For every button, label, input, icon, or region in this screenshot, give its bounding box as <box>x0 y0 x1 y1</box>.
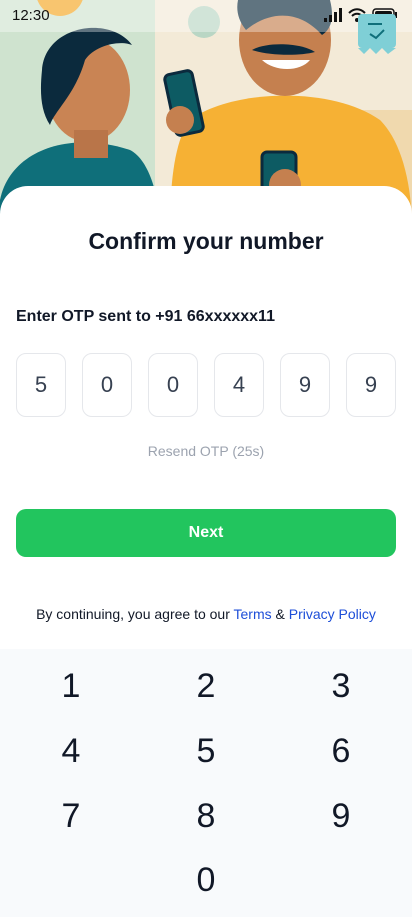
app-ticket-icon[interactable] <box>354 10 400 56</box>
key-3[interactable]: 3 <box>273 654 409 718</box>
signal-icon <box>324 8 342 27</box>
terms-text: By continuing, you agree to our Terms & … <box>0 606 412 622</box>
key-1[interactable]: 1 <box>3 654 139 718</box>
otp-digit-4[interactable]: 4 <box>214 353 264 417</box>
key-9[interactable]: 9 <box>273 784 409 848</box>
status-bar: 12:30 <box>0 0 412 32</box>
otp-digit-6[interactable]: 9 <box>346 353 396 417</box>
status-time: 12:30 <box>12 7 50 24</box>
key-8[interactable]: 8 <box>138 784 274 848</box>
key-0[interactable]: 0 <box>138 848 274 912</box>
otp-digit-1[interactable]: 5 <box>16 353 66 417</box>
terms-prefix: By continuing, you agree to our <box>36 606 234 622</box>
key-4[interactable]: 4 <box>3 719 139 783</box>
otp-prompt: Enter OTP sent to +91 66xxxxxx11 <box>16 308 275 325</box>
key-7[interactable]: 7 <box>3 784 139 848</box>
next-button[interactable]: Next <box>16 509 396 557</box>
key-2[interactable]: 2 <box>138 654 274 718</box>
otp-digit-2[interactable]: 0 <box>82 353 132 417</box>
otp-digit-3[interactable]: 0 <box>148 353 198 417</box>
terms-amp: & <box>271 606 289 622</box>
privacy-policy-link[interactable]: Privacy Policy <box>289 606 376 622</box>
otp-input-group[interactable]: 5 0 0 4 9 9 <box>16 353 396 417</box>
key-5[interactable]: 5 <box>138 719 274 783</box>
otp-digit-5[interactable]: 9 <box>280 353 330 417</box>
page-title: Confirm your number <box>88 228 324 254</box>
numeric-keypad: 1 2 3 4 5 6 7 8 9 0 <box>0 649 412 917</box>
terms-link[interactable]: Terms <box>234 606 272 622</box>
resend-otp-link[interactable]: Resend OTP (25s) <box>0 443 412 459</box>
key-6[interactable]: 6 <box>273 719 409 783</box>
